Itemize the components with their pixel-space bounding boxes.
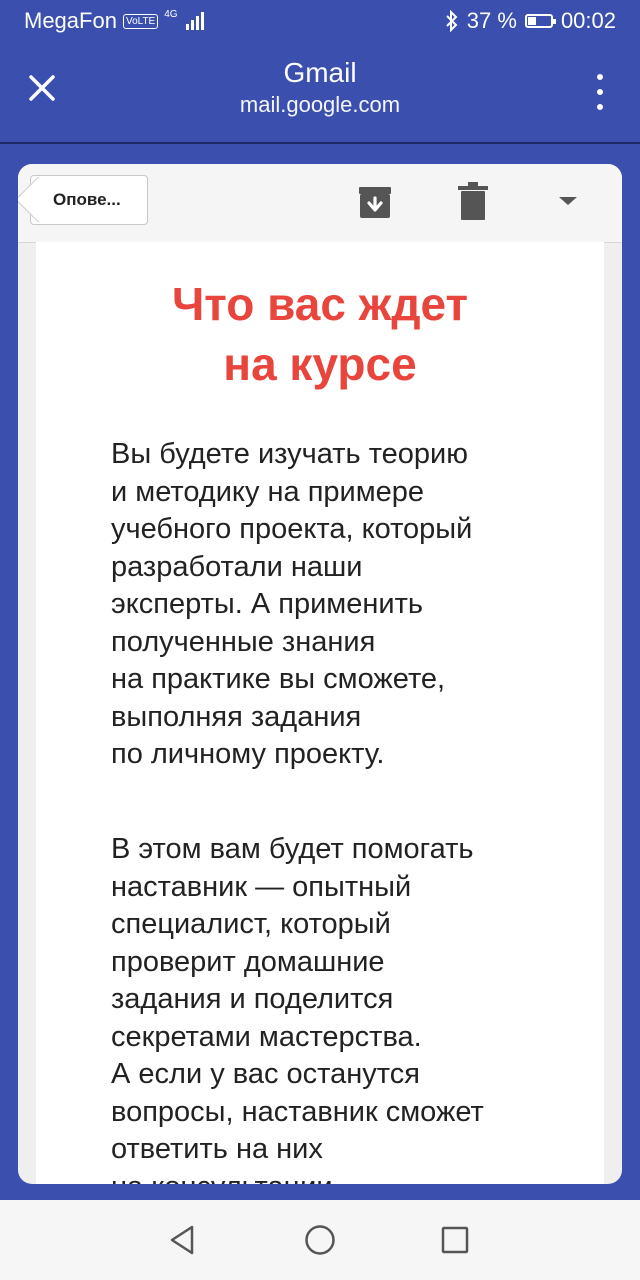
- email-paragraph-2: В этом вам будет помогать наставник — оп…: [111, 833, 484, 1184]
- battery-fill: [527, 17, 536, 25]
- header-titles: Gmail mail.google.com: [0, 56, 640, 120]
- carrier-name: MegaFon: [24, 8, 117, 33]
- more-vert-icon: [597, 74, 603, 80]
- clock: 00:02: [560, 8, 616, 33]
- trash-icon: [458, 182, 488, 220]
- dropdown-button[interactable]: [558, 194, 578, 208]
- volte-badge: VoLTE: [122, 13, 159, 29]
- email-paragraph-1: Вы будете изучать теорию и методику на п…: [111, 438, 473, 770]
- email-card: Опове... Что вас ждет на курсе Вы будете…: [18, 164, 622, 1184]
- back-to-label-button[interactable]: Опове...: [30, 175, 148, 225]
- email-body: Что вас ждет на курсе Вы будете изучать …: [36, 242, 604, 1184]
- nav-home-button[interactable]: [304, 1224, 336, 1256]
- app-header: Gmail mail.google.com: [0, 44, 640, 142]
- status-left: MegaFon VoLTE 4G: [24, 8, 204, 34]
- nav-recent-icon: [441, 1226, 469, 1254]
- system-nav-bar: [0, 1200, 640, 1280]
- archive-icon: [359, 187, 391, 218]
- more-options-button[interactable]: [588, 74, 612, 110]
- nav-back-icon: [170, 1225, 194, 1255]
- network-type: 4G: [164, 8, 178, 20]
- app-title: Gmail: [283, 57, 357, 88]
- battery-icon: [524, 14, 556, 28]
- nav-back-button[interactable]: [168, 1224, 198, 1256]
- status-right: 37 % 00:02: [445, 8, 616, 34]
- back-label: Опове...: [53, 190, 121, 209]
- archive-button[interactable]: [358, 186, 392, 220]
- delete-button[interactable]: [458, 182, 488, 220]
- email-toolbar: Опове...: [18, 164, 622, 243]
- app-url: mail.google.com: [239, 92, 401, 117]
- nav-home-icon: [305, 1225, 335, 1255]
- email-heading: Что вас ждет на курсе: [171, 278, 469, 390]
- status-bar: MegaFon VoLTE 4G 37 % 00:02: [0, 0, 640, 44]
- bluetooth-icon: [446, 10, 458, 32]
- nav-recent-button[interactable]: [441, 1226, 469, 1254]
- caret-down-icon: [559, 197, 577, 205]
- header-divider: [0, 142, 640, 144]
- battery-percent: 37 %: [466, 8, 517, 33]
- signal-icon: [185, 12, 204, 30]
